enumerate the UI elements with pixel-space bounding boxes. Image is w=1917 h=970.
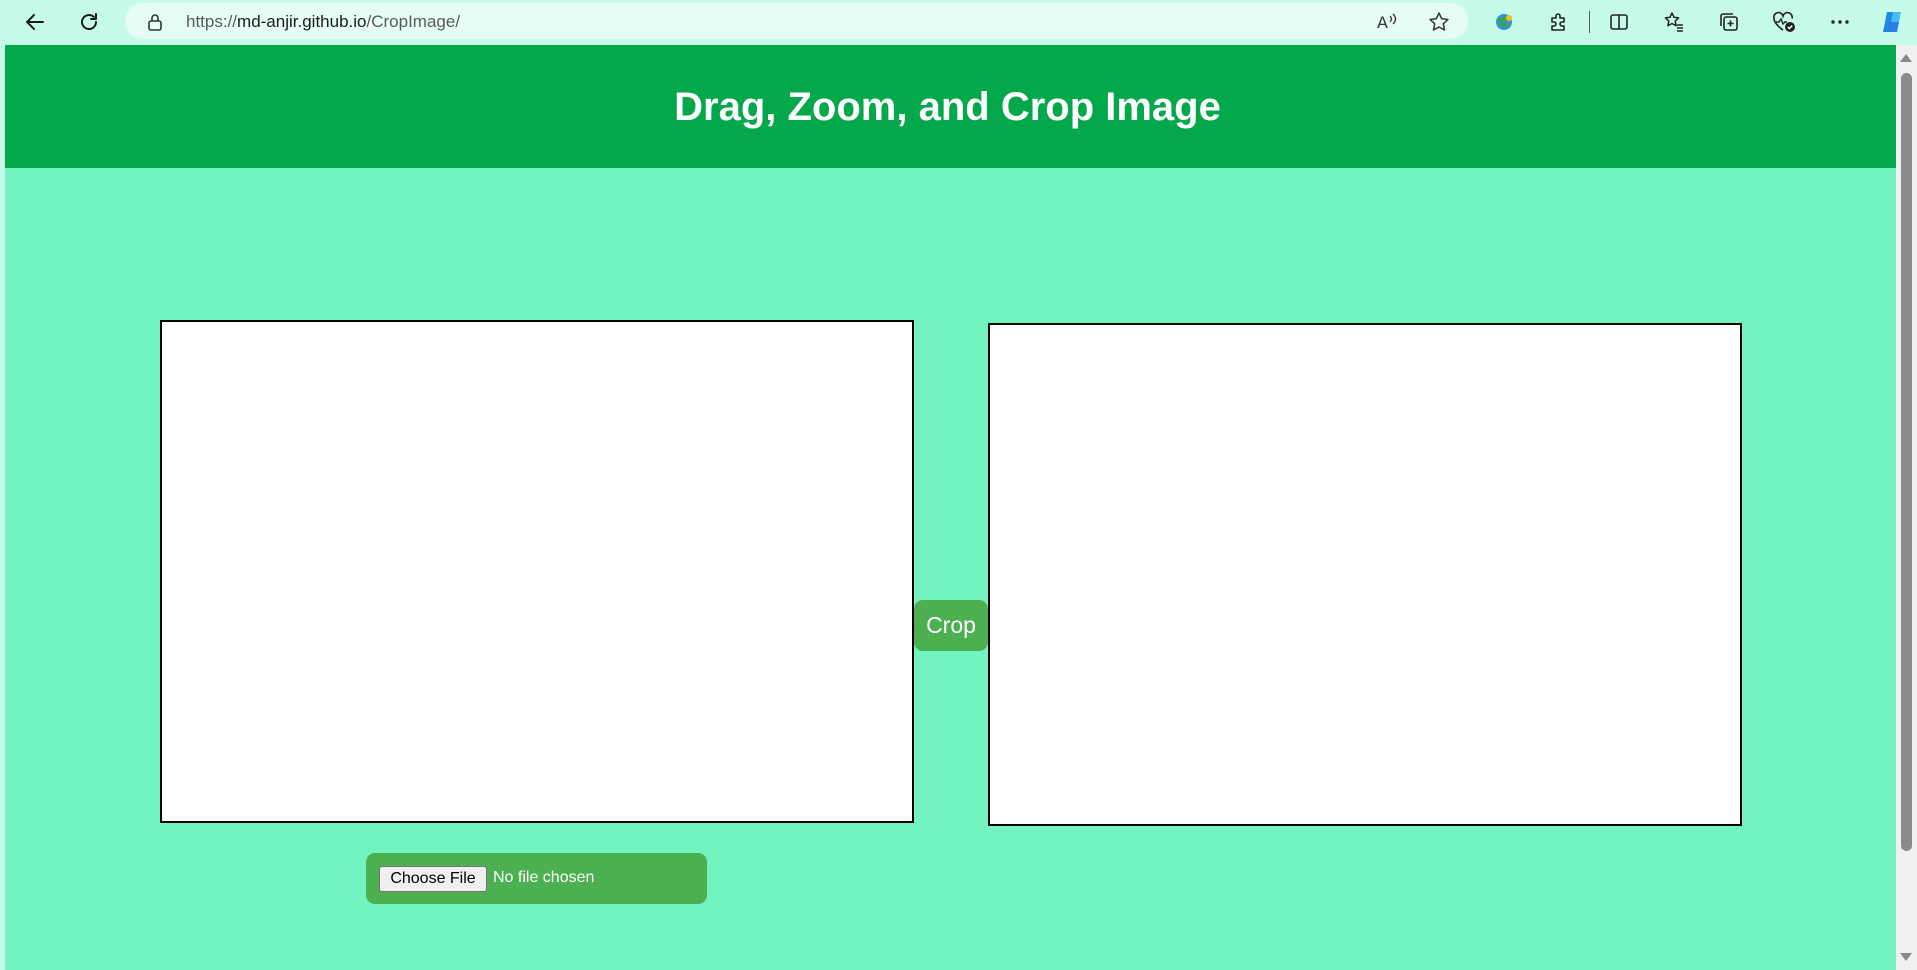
url-path: /CropImage/ xyxy=(366,12,461,31)
lock-icon[interactable] xyxy=(147,13,163,36)
page-header: Drag, Zoom, and Crop Image xyxy=(5,45,1896,168)
address-bar[interactable]: https://md-anjir.github.io/CropImage/ A xyxy=(125,3,1468,39)
collections-icon[interactable] xyxy=(1715,8,1743,36)
url-text[interactable]: https://md-anjir.github.io/CropImage/ xyxy=(186,12,460,32)
read-aloud-icon[interactable]: A xyxy=(1375,10,1399,34)
file-input-wrapper: Choose File No file chosen xyxy=(366,853,707,904)
scroll-up-arrow-icon[interactable] xyxy=(1900,54,1912,62)
url-prefix: https:// xyxy=(186,12,238,31)
page-scrollbar[interactable] xyxy=(1896,45,1917,970)
file-status-text: No file chosen xyxy=(493,869,595,886)
page-title: Drag, Zoom, and Crop Image xyxy=(674,85,1221,129)
cropped-result-canvas xyxy=(988,323,1742,826)
crop-button[interactable]: Crop xyxy=(914,600,988,651)
extension-globe-icon[interactable] xyxy=(1490,8,1518,36)
more-icon[interactable] xyxy=(1826,8,1854,36)
scroll-down-arrow-icon[interactable] xyxy=(1900,953,1912,961)
browser-essentials-icon[interactable] xyxy=(1770,8,1798,36)
refresh-icon[interactable] xyxy=(72,5,106,39)
browser-toolbar: https://md-anjir.github.io/CropImage/ A xyxy=(0,0,1917,44)
split-screen-icon[interactable] xyxy=(1605,8,1633,36)
scroll-thumb[interactable] xyxy=(1901,73,1912,851)
choose-file-button[interactable]: Choose File xyxy=(379,866,487,892)
copilot-icon[interactable] xyxy=(1878,8,1906,36)
source-image-canvas[interactable] xyxy=(160,320,914,823)
url-host: md-anjir.github.io xyxy=(237,12,367,31)
favorites-icon[interactable] xyxy=(1660,8,1688,36)
favorite-star-icon[interactable] xyxy=(1427,10,1451,34)
back-icon[interactable] xyxy=(18,5,52,39)
page-body: Drag, Zoom, and Crop Image Crop Choose F… xyxy=(5,45,1896,970)
toolbar-divider xyxy=(1589,11,1590,33)
svg-text:A: A xyxy=(1377,13,1388,32)
extensions-puzzle-icon[interactable] xyxy=(1545,8,1573,36)
